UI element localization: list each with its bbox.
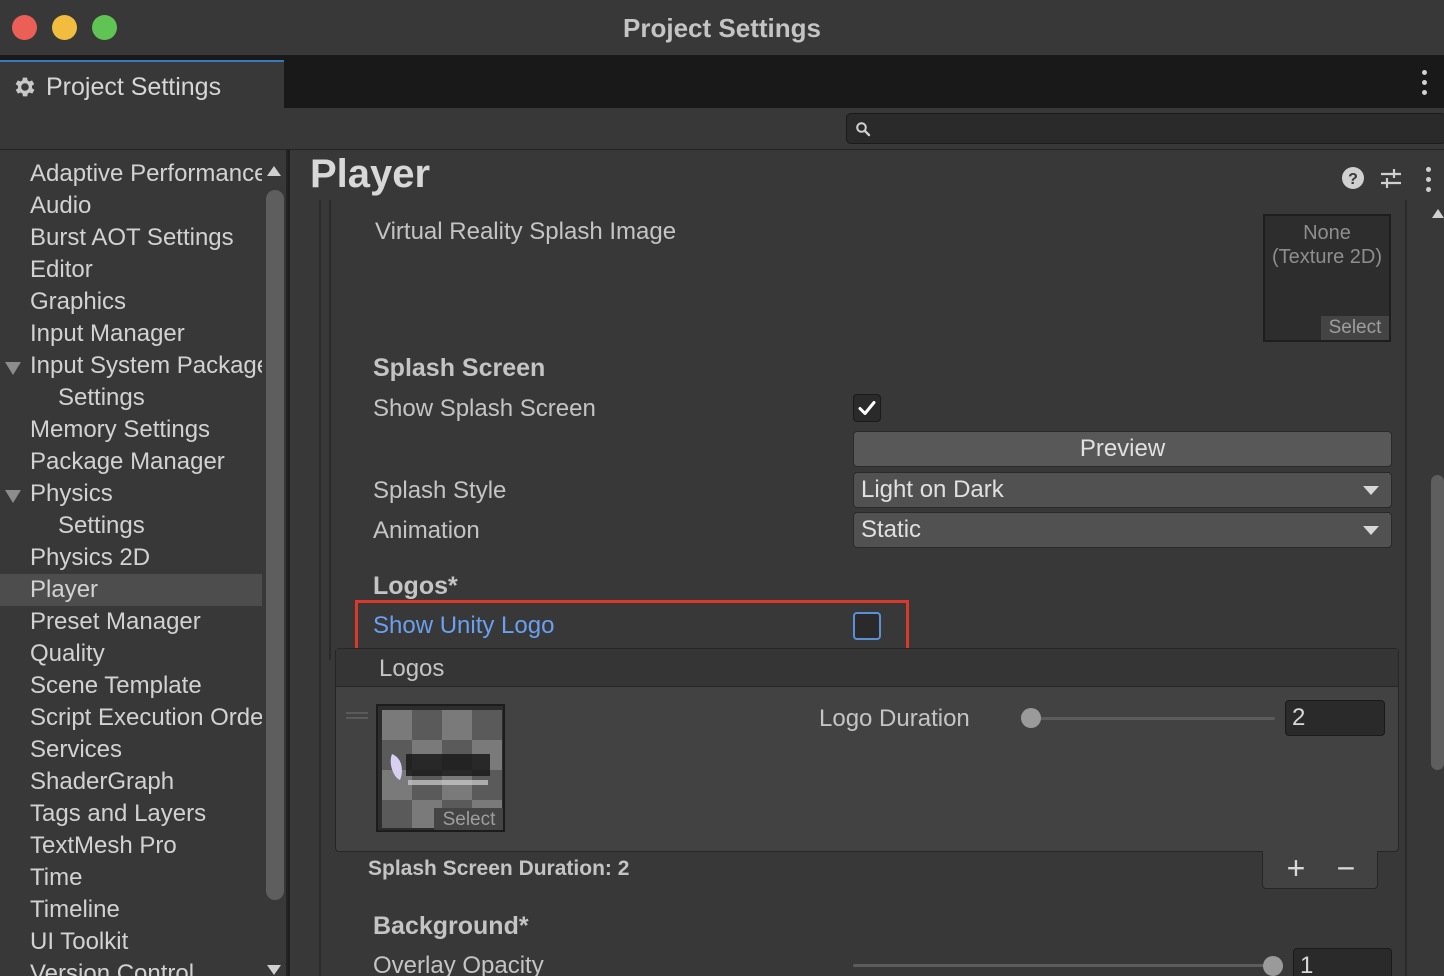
logo-duration-slider-track[interactable] xyxy=(1030,717,1275,720)
scroll-up-arrow-icon[interactable] xyxy=(267,166,281,176)
logos-list-header xyxy=(336,649,1398,687)
search-input[interactable] xyxy=(846,113,1444,144)
sidebar-item-textmesh-pro[interactable]: TextMesh Pro xyxy=(30,830,177,862)
sidebar-item-adaptive-performance[interactable]: Adaptive Performance xyxy=(30,158,262,190)
checkmark-icon xyxy=(858,401,876,415)
help-icon[interactable]: ? xyxy=(1341,166,1365,190)
overlay-opacity-field[interactable]: 1 xyxy=(1293,948,1392,976)
vr-splash-image-label: Virtual Reality Splash Image xyxy=(375,218,677,245)
show-splash-screen-checkbox[interactable] xyxy=(853,394,881,422)
overlay-opacity-slider-track[interactable] xyxy=(853,964,1273,967)
texture-none-label: None xyxy=(1303,222,1351,244)
search-icon xyxy=(856,122,871,137)
sidebar-item-memory-settings[interactable]: Memory Settings xyxy=(30,414,210,446)
gear-icon xyxy=(15,77,35,97)
show-unity-logo-label: Show Unity Logo xyxy=(373,612,555,639)
logo-sprite-field[interactable]: Select xyxy=(376,704,505,832)
window-title: Project Settings xyxy=(623,13,821,43)
splash-style-label: Splash Style xyxy=(373,477,507,504)
sliders-icon[interactable] xyxy=(1379,166,1403,190)
logo-duration-field[interactable]: 2 xyxy=(1285,700,1385,736)
chevron-down-icon xyxy=(1363,486,1379,495)
expand-arrow-icon[interactable] xyxy=(5,490,21,503)
remove-logo-button[interactable]: − xyxy=(1332,851,1360,885)
sidebar-item-version-control[interactable]: Version Control xyxy=(30,958,194,976)
content-scrollbar-thumb[interactable] xyxy=(1431,475,1444,770)
background-header: Background* xyxy=(373,912,529,940)
sidebar-item-input-manager[interactable]: Input Manager xyxy=(30,318,185,350)
sidebar-item-physics-settings[interactable]: Settings xyxy=(58,510,145,542)
tab-label: Project Settings xyxy=(46,73,222,101)
scroll-down-arrow-icon[interactable] xyxy=(267,965,281,975)
sidebar-item-script-execution-order[interactable]: Script Execution Order xyxy=(30,702,262,734)
texture-type-label: (Texture 2D) xyxy=(1271,246,1383,268)
sidebar-item-input-system-package[interactable]: Input System Package xyxy=(30,350,262,382)
section-rail xyxy=(329,200,331,660)
sidebar-item-burst-aot-settings[interactable]: Burst AOT Settings xyxy=(30,222,234,254)
sidebar-item-input-system-settings[interactable]: Settings xyxy=(58,382,145,414)
sidebar-item-quality[interactable]: Quality xyxy=(30,638,105,670)
page-title: Player xyxy=(310,152,431,196)
animation-label: Animation xyxy=(373,517,480,544)
logos-header: Logos* xyxy=(373,572,458,600)
sidebar-item-services[interactable]: Services xyxy=(30,734,122,766)
section-rail xyxy=(319,200,321,976)
animation-value: Static xyxy=(861,516,922,543)
sidebar-item-scene-template[interactable]: Scene Template xyxy=(30,670,202,702)
splash-screen-header: Splash Screen xyxy=(373,354,546,382)
sidebar-item-timeline[interactable]: Timeline xyxy=(30,894,120,926)
splash-duration-label: Splash Screen Duration: 2 xyxy=(368,857,630,880)
sidebar-item-player[interactable]: Player xyxy=(30,574,98,606)
sidebar-item-tags-and-layers[interactable]: Tags and Layers xyxy=(30,798,206,830)
drag-handle-icon[interactable] xyxy=(346,712,368,719)
list-footer xyxy=(1262,851,1378,889)
texture-select-button[interactable]: Select xyxy=(1321,316,1389,340)
sidebar-item-physics-2d[interactable]: Physics 2D xyxy=(30,542,150,574)
show-splash-screen-label: Show Splash Screen xyxy=(373,395,596,422)
svg-text:?: ? xyxy=(1348,171,1358,188)
show-unity-logo-checkbox[interactable] xyxy=(853,612,881,640)
sidebar-item-package-manager[interactable]: Package Manager xyxy=(30,446,225,478)
sidebar-item-physics[interactable]: Physics xyxy=(30,478,113,510)
splash-style-value: Light on Dark xyxy=(861,476,1004,503)
logo-duration-slider-knob[interactable] xyxy=(1021,708,1041,728)
sidebar-item-audio[interactable]: Audio xyxy=(30,190,91,222)
animation-dropdown[interactable]: Static xyxy=(853,512,1392,548)
logos-list-title: Logos xyxy=(379,655,445,682)
logo-duration-label: Logo Duration xyxy=(819,705,970,732)
sidebar-scrollbar-thumb[interactable] xyxy=(266,190,284,900)
vr-splash-texture-field[interactable]: None (Texture 2D) Select xyxy=(1263,214,1391,342)
settings-sidebar: Adaptive Performance Audio Burst AOT Set… xyxy=(0,150,288,976)
tab-project-settings[interactable]: Project Settings xyxy=(0,60,284,108)
sidebar-item-time[interactable]: Time xyxy=(30,862,82,894)
sidebar-item-preset-manager[interactable]: Preset Manager xyxy=(30,606,201,638)
sidebar-item-editor[interactable]: Editor xyxy=(30,254,93,286)
splash-style-dropdown[interactable]: Light on Dark xyxy=(853,472,1392,508)
add-logo-button[interactable]: + xyxy=(1282,851,1310,885)
scroll-up-arrow-icon[interactable] xyxy=(1432,209,1444,218)
more-icon[interactable] xyxy=(1424,167,1432,193)
sidebar-item-ui-toolkit[interactable]: UI Toolkit xyxy=(30,926,128,958)
expand-arrow-icon[interactable] xyxy=(5,362,21,375)
chevron-down-icon xyxy=(1363,526,1379,535)
sidebar-item-shadergraph[interactable]: ShaderGraph xyxy=(30,766,174,798)
overlay-opacity-slider-knob[interactable] xyxy=(1263,956,1283,976)
more-icon[interactable] xyxy=(1420,70,1428,96)
logo-select-button[interactable]: Select xyxy=(434,808,503,830)
preview-button[interactable]: Preview xyxy=(853,431,1392,467)
section-rail xyxy=(1405,200,1407,976)
sidebar-item-graphics[interactable]: Graphics xyxy=(30,286,126,318)
overlay-opacity-label: Overlay Opacity xyxy=(373,952,544,976)
